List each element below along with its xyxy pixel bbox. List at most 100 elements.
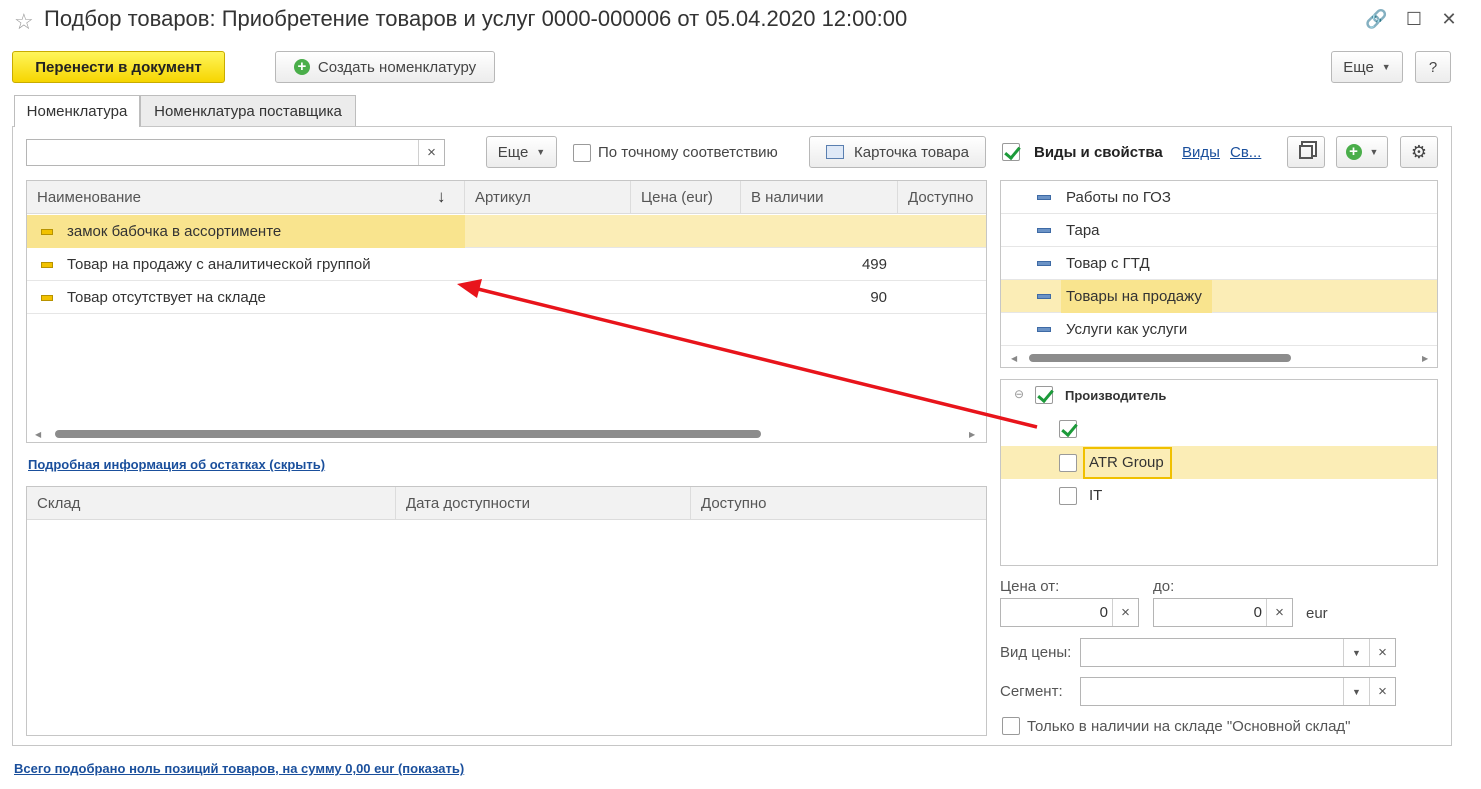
- price-from-field[interactable]: 0 ×: [1000, 598, 1139, 627]
- price-type-select[interactable]: ▼ ×: [1080, 638, 1396, 667]
- col-article[interactable]: Артикул: [465, 181, 631, 214]
- clear-segment-icon[interactable]: ×: [1369, 678, 1395, 705]
- kinds-link[interactable]: Виды: [1182, 144, 1220, 161]
- only-in-stock-checkbox[interactable]: [1002, 717, 1020, 735]
- property-value-checkbox[interactable]: [1059, 420, 1077, 438]
- scroll-left-icon[interactable]: ◀: [1011, 354, 1017, 363]
- stock-table-header: Склад Дата доступности Доступно: [27, 487, 986, 520]
- property-value-label: ATR Group: [1089, 454, 1164, 471]
- transfer-to-document-button[interactable]: Перенести в документ: [12, 51, 225, 83]
- properties-tree: ⊖ Производитель ATR Group IT: [1000, 379, 1438, 566]
- col-available[interactable]: Доступно: [898, 181, 988, 214]
- col-availability-date[interactable]: Дата доступности: [396, 487, 691, 520]
- collapse-icon[interactable]: ⊖: [1014, 387, 1024, 401]
- add-kind-button[interactable]: + ▼: [1336, 136, 1388, 168]
- manufacturer-checkbox[interactable]: [1035, 386, 1053, 404]
- list-item[interactable]: Тара: [1001, 214, 1437, 247]
- segment-label: Сегмент:: [1000, 683, 1063, 700]
- segment-select[interactable]: ▼ ×: [1080, 677, 1396, 706]
- maximize-icon[interactable]: ☐: [1403, 8, 1425, 30]
- stock-table: Склад Дата доступности Доступно: [26, 486, 987, 736]
- kind-label: Товар с ГТД: [1066, 255, 1150, 272]
- add-icon: +: [1345, 144, 1362, 160]
- gear-icon: ⚙: [1410, 141, 1428, 162]
- table-row[interactable]: замок бабочка в ассортименте: [27, 215, 986, 248]
- product-card-button[interactable]: Карточка товара: [809, 136, 986, 168]
- create-nomenclature-label: Создать номенклатуру: [317, 58, 477, 76]
- product-in-stock: 499: [861, 256, 887, 273]
- list-item[interactable]: Работы по ГОЗ: [1001, 181, 1437, 214]
- product-name: замок бабочка в ассортименте: [67, 223, 282, 240]
- search-input[interactable]: ×: [26, 139, 445, 166]
- sort-down-icon[interactable]: ↓: [437, 187, 446, 207]
- kind-label: Услуги как услуги: [1066, 321, 1188, 338]
- kinds-properties-checkbox[interactable]: [1002, 143, 1020, 161]
- col-price[interactable]: Цена (eur): [631, 181, 741, 214]
- products-horizontal-scrollbar[interactable]: [55, 430, 761, 438]
- list-item[interactable]: Товары на продажу: [1001, 280, 1437, 313]
- product-icon: [41, 262, 53, 268]
- kinds-list: Работы по ГОЗ Тара Товар с ГТД Товары на…: [1000, 180, 1438, 368]
- property-value-checkbox[interactable]: [1059, 487, 1077, 505]
- close-icon[interactable]: ✕: [1438, 8, 1460, 30]
- currency-label: eur: [1306, 605, 1328, 622]
- price-to-label: до:: [1153, 578, 1175, 595]
- favorite-star-icon[interactable]: ☆: [14, 9, 34, 35]
- price-type-label: Вид цены:: [1000, 644, 1072, 661]
- clear-search-icon[interactable]: ×: [418, 140, 444, 165]
- clear-price-to-icon[interactable]: ×: [1266, 599, 1292, 626]
- stock-info-link[interactable]: Подробная информация об остатках (скрыть…: [28, 457, 325, 472]
- tab-nomenclature[interactable]: Номенклатура: [14, 95, 140, 127]
- products-table-header: Наименование ↓ Артикул Цена (eur) В нали…: [27, 181, 986, 214]
- copy-icon: [1299, 145, 1313, 159]
- price-to-value: 0: [1253, 604, 1262, 621]
- chevron-down-icon[interactable]: ▼: [1343, 639, 1369, 666]
- exact-match-checkbox[interactable]: [573, 144, 591, 162]
- clear-price-from-icon[interactable]: ×: [1112, 599, 1138, 626]
- price-to-field[interactable]: 0 ×: [1153, 598, 1293, 627]
- scroll-right-icon[interactable]: ▶: [1422, 354, 1428, 363]
- list-item[interactable]: Услуги как услуги: [1001, 313, 1437, 346]
- more-menu-button[interactable]: Еще ▼: [1331, 51, 1403, 83]
- create-nomenclature-button[interactable]: + Создать номенклатуру: [275, 51, 495, 83]
- product-icon: [41, 229, 53, 235]
- chevron-down-icon: ▼: [1381, 62, 1391, 72]
- footer-summary-link[interactable]: Всего подобрано ноль позиций товаров, на…: [14, 761, 464, 776]
- only-in-stock-label: Только в наличии на складе "Основной скл…: [1027, 718, 1351, 735]
- clear-price-type-icon[interactable]: ×: [1369, 639, 1395, 666]
- properties-link[interactable]: Св...: [1230, 144, 1261, 161]
- product-in-stock: 90: [870, 289, 887, 306]
- scroll-left-icon[interactable]: ◀: [35, 430, 41, 439]
- scroll-right-icon[interactable]: ▶: [969, 430, 975, 439]
- add-icon: +: [293, 59, 310, 75]
- kind-icon: [1037, 294, 1051, 299]
- kind-label: Работы по ГОЗ: [1066, 189, 1171, 206]
- kinds-horizontal-scrollbar[interactable]: [1029, 354, 1291, 362]
- chevron-down-icon[interactable]: ▼: [1343, 678, 1369, 705]
- link-icon[interactable]: 🔗: [1365, 8, 1387, 30]
- table-row[interactable]: Товар на продажу с аналитической группой…: [27, 248, 986, 281]
- property-value-checkbox[interactable]: [1059, 454, 1077, 472]
- col-name[interactable]: Наименование: [27, 181, 465, 214]
- col-warehouse[interactable]: Склад: [27, 487, 396, 520]
- copy-button[interactable]: [1287, 136, 1325, 168]
- search-more-button[interactable]: Еще ▼: [486, 136, 557, 168]
- kinds-properties-title: Виды и свойства: [1034, 144, 1163, 161]
- product-name: Товар на продажу с аналитической группой: [67, 256, 371, 273]
- kind-icon: [1037, 261, 1051, 266]
- property-value-label: IT: [1089, 487, 1103, 504]
- product-card-label: Карточка товара: [854, 143, 969, 161]
- product-icon: [41, 295, 53, 301]
- col-in-stock[interactable]: В наличии: [741, 181, 898, 214]
- settings-button[interactable]: ⚙: [1400, 136, 1438, 168]
- tab-supplier-nomenclature[interactable]: Номенклатура поставщика: [140, 95, 356, 126]
- chevron-down-icon: ▼: [1369, 147, 1379, 157]
- price-from-value: 0: [1099, 604, 1108, 621]
- list-item[interactable]: Товар с ГТД: [1001, 247, 1437, 280]
- exact-match-label: По точному соответствию: [598, 144, 778, 161]
- more-label: Еще: [1343, 58, 1374, 76]
- table-row[interactable]: Товар отсутствует на складе 90: [27, 281, 986, 314]
- search-more-label: Еще: [497, 143, 529, 161]
- help-button[interactable]: ?: [1415, 51, 1451, 83]
- col-stock-available[interactable]: Доступно: [691, 487, 988, 520]
